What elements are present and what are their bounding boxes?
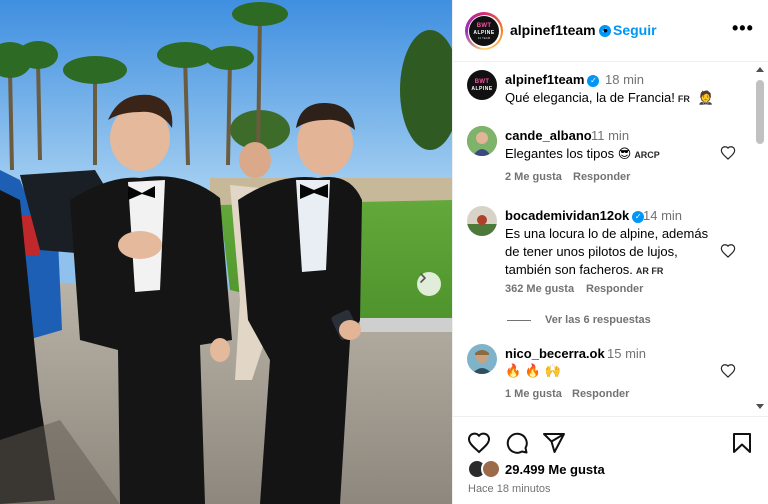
heart-icon[interactable]	[720, 243, 736, 259]
bookmark-icon[interactable]	[730, 431, 754, 455]
replies-divider	[507, 319, 531, 321]
share-paper-plane-icon[interactable]	[542, 431, 566, 455]
comment-text: Es una locura lo de alpine, además de te…	[505, 226, 709, 277]
scroll-thumb[interactable]	[756, 80, 764, 144]
comment-likes[interactable]: 362 Me gusta	[505, 283, 574, 295]
post-image	[0, 0, 452, 504]
caption-username[interactable]: alpinef1team	[505, 72, 584, 87]
comment-username[interactable]: cande_albano	[505, 128, 592, 143]
comment-bubble-icon[interactable]	[505, 431, 529, 455]
alpine-logo: BWT ALPINE F1 TEAM	[469, 16, 499, 46]
scroll-up-icon[interactable]	[753, 64, 767, 74]
comment-text: Elegantes los tipos 😎 ARCP	[505, 146, 660, 161]
scroll-down-icon[interactable]	[753, 402, 767, 412]
account-avatar[interactable]: BWT ALPINE F1 TEAM	[465, 12, 503, 50]
heart-icon[interactable]	[720, 363, 736, 379]
caption-text: Qué elegancia, la de Francia! FR 🤵	[505, 90, 714, 105]
comment-time: 15 min	[607, 346, 647, 361]
likes-count[interactable]: 29.499 Me gusta	[505, 462, 605, 477]
comment-username[interactable]: nico_becerra.ok	[505, 346, 605, 361]
comment-likes[interactable]: 1 Me gusta	[505, 388, 562, 400]
caption-time: 18 min	[605, 72, 645, 87]
reply-button[interactable]: Responder	[586, 283, 643, 295]
translation-tag: FR	[677, 94, 690, 104]
view-replies-button[interactable]: Ver las 6 respuestas	[507, 314, 651, 326]
account-username[interactable]: alpinef1team	[510, 22, 596, 38]
follow-button[interactable]: Seguir	[613, 22, 657, 38]
translation-tag: AR FR	[635, 266, 664, 276]
comment-avatar[interactable]	[467, 344, 497, 374]
more-options-button[interactable]: •••	[732, 18, 754, 39]
next-photo-button[interactable]	[417, 272, 441, 296]
chevron-right-icon	[420, 273, 426, 283]
comment-likes[interactable]: 2 Me gusta	[505, 171, 562, 183]
like-heart-icon[interactable]	[467, 431, 491, 455]
reply-button[interactable]: Responder	[572, 388, 629, 400]
separator-dot: •	[603, 22, 608, 38]
post-timestamp: Hace 18 minutos	[468, 483, 551, 495]
post-header: BWT ALPINE F1 TEAM alpinef1team ✓ • Segui…	[453, 0, 768, 62]
comment-time: 14 min	[643, 208, 683, 223]
comment-time: 11 min	[591, 128, 630, 143]
avatar-photo	[467, 206, 497, 236]
heart-icon[interactable]	[720, 145, 736, 161]
comment-text: 🔥 🔥 🙌	[505, 363, 561, 378]
comment-username[interactable]: bocademividan12ok	[505, 208, 629, 223]
tuxedo-emoji: 🤵	[697, 90, 714, 105]
verified-badge-icon: ✓	[587, 74, 600, 87]
avatar-photo	[467, 126, 497, 156]
translation-tag: ARCP	[634, 150, 660, 160]
comment-avatar[interactable]	[467, 206, 497, 236]
comments-list[interactable]: BWT ALPINE alpinef1team ✓ 18 min Qué eleg…	[453, 62, 768, 424]
post-side-panel: BWT ALPINE F1 TEAM alpinef1team ✓ • Segui…	[452, 0, 768, 504]
sunglasses-emoji: 😎	[617, 146, 632, 161]
avatar-photo	[467, 344, 497, 374]
comments-scrollbar[interactable]	[753, 62, 767, 414]
liker-avatar[interactable]	[481, 459, 501, 479]
comment-avatar[interactable]	[467, 126, 497, 156]
reply-button[interactable]: Responder	[573, 171, 630, 183]
caption-avatar[interactable]: BWT ALPINE	[467, 70, 497, 100]
post-photo	[0, 0, 452, 504]
